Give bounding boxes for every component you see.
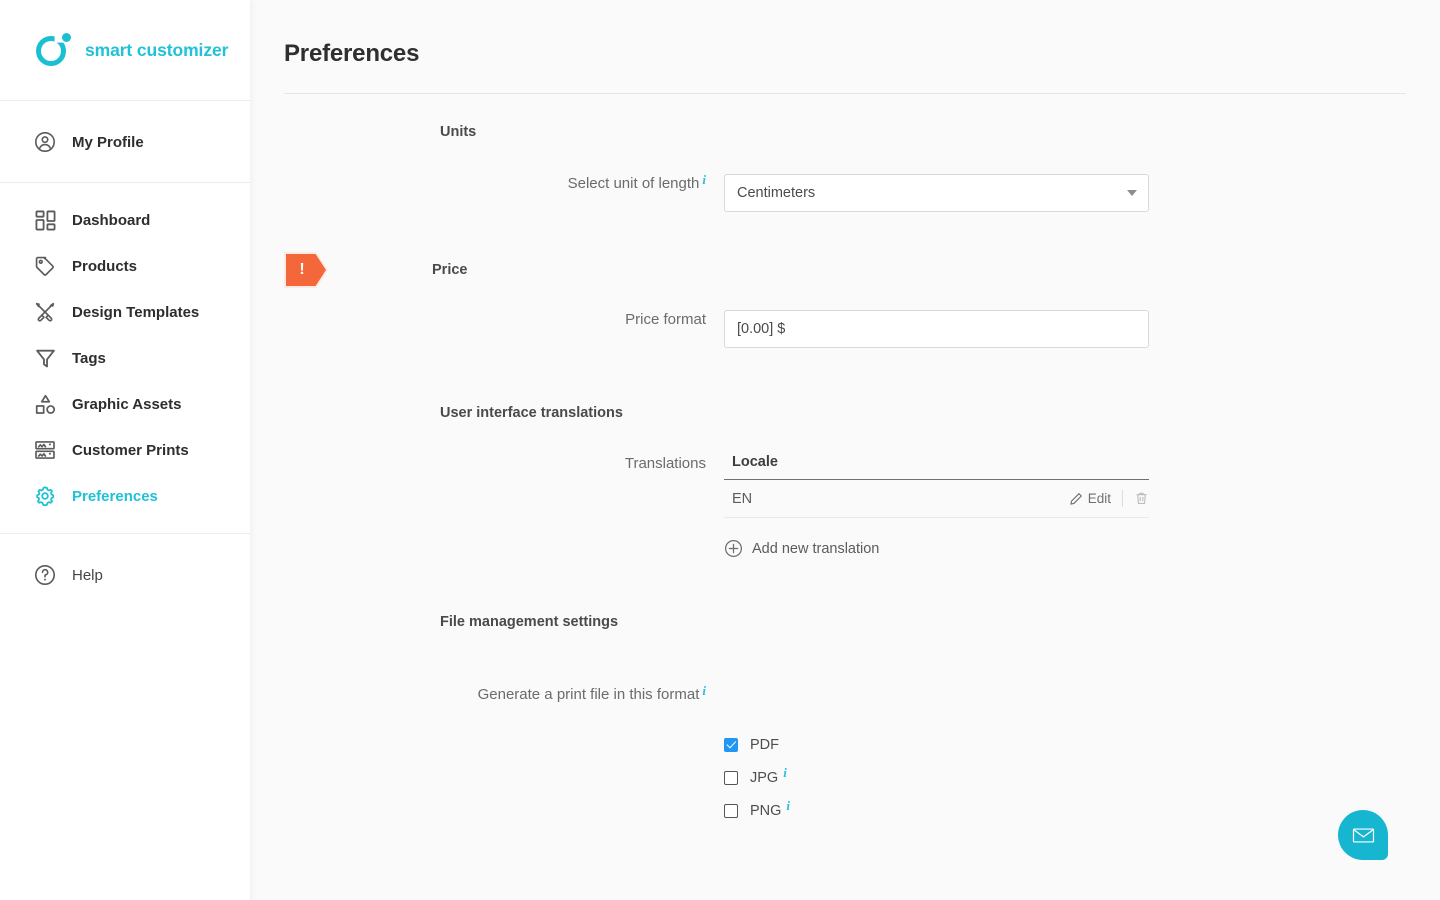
- checkbox-row-jpg[interactable]: JPG i: [284, 761, 1440, 794]
- preferences-form: Units Select unit of length i Centimeters…: [250, 124, 1440, 827]
- chevron-down-icon: [1127, 190, 1137, 196]
- checkbox-label-jpg: JPG: [750, 769, 779, 786]
- delete-translation-button[interactable]: [1134, 491, 1149, 506]
- sidebar-item-products[interactable]: Products: [0, 243, 250, 289]
- field-row-unit-of-length: Select unit of length i Centimeters: [284, 172, 1440, 212]
- field-label-text: Translations: [624, 455, 706, 472]
- field-label-text: Price format: [625, 311, 706, 328]
- sidebar-item-label: Products: [72, 257, 138, 275]
- sidebar-group-help: Help: [0, 534, 250, 616]
- info-icon[interactable]: i: [783, 765, 787, 781]
- sidebar-item-tags[interactable]: Tags: [0, 335, 250, 381]
- dashboard-grid-icon: [32, 207, 58, 233]
- sidebar-item-label: Tags: [72, 349, 106, 367]
- sidebar-item-label: Customer Prints: [72, 441, 189, 459]
- price-format-input[interactable]: [724, 310, 1149, 348]
- add-new-translation-label: Add new translation: [752, 540, 880, 557]
- design-templates-icon: [32, 299, 58, 325]
- unit-of-length-select[interactable]: Centimeters: [724, 174, 1149, 212]
- app-root: smart customizer My Profile Dashboard Pr…: [0, 0, 1440, 900]
- warning-symbol: !: [286, 254, 326, 286]
- info-icon[interactable]: i: [702, 170, 706, 190]
- sidebar-group-profile: My Profile: [0, 101, 250, 183]
- filter-funnel-icon: [32, 345, 58, 371]
- field-row-price-format: Price format: [284, 310, 1440, 348]
- sidebar-item-preferences[interactable]: Preferences: [0, 473, 250, 519]
- section-title-units: Units: [440, 124, 477, 140]
- translations-table-wrap: Locale EN Edit Add new translation: [724, 454, 1149, 558]
- page-header: Preferences: [250, 0, 1440, 94]
- brand-header[interactable]: smart customizer: [0, 0, 250, 101]
- sidebar-item-dashboard[interactable]: Dashboard: [0, 197, 250, 243]
- page-title: Preferences: [284, 40, 420, 67]
- sidebar-item-customer-prints[interactable]: Customer Prints: [0, 427, 250, 473]
- sidebar-item-label: Graphic Assets: [72, 395, 182, 413]
- section-title-file-management: File management settings: [440, 614, 619, 630]
- trash-icon: [1134, 491, 1149, 506]
- sidebar-item-label: Design Templates: [72, 303, 200, 321]
- question-circle-icon: [32, 562, 58, 588]
- sidebar-item-label: My Profile: [72, 133, 144, 151]
- sidebar-item-label: Preferences: [72, 487, 158, 505]
- field-row-translations: Translations Locale EN Edit Add new tran…: [284, 454, 1440, 558]
- brand-name: smart customizer: [85, 39, 229, 60]
- header-divider: [284, 93, 1406, 94]
- field-label-price-format: Price format: [284, 310, 724, 330]
- sidebar-item-help[interactable]: Help: [0, 552, 250, 598]
- shapes-icon: [32, 391, 58, 417]
- field-label-text: Select unit of length: [567, 175, 700, 192]
- add-new-translation-button[interactable]: Add new translation: [724, 539, 1149, 558]
- edit-translation-button[interactable]: Edit: [1069, 491, 1111, 506]
- section-title-price: Price: [432, 262, 468, 278]
- checkbox-label-png: PNG: [750, 802, 782, 819]
- envelope-icon: [1351, 823, 1376, 848]
- field-label-print-format: Generate a print file in this format i: [284, 683, 724, 705]
- translations-table: Locale EN Edit: [724, 454, 1149, 518]
- sidebar-group-main: Dashboard Products Design Templates Tags…: [0, 183, 250, 534]
- field-row-print-format: Generate a print file in this format i: [284, 683, 1440, 705]
- checkbox-row-png[interactable]: PNG i: [284, 794, 1440, 827]
- main-content: Preferences Units Select unit of length i…: [250, 0, 1440, 900]
- tag-icon: [32, 253, 58, 279]
- checkbox-pdf[interactable]: [724, 737, 738, 752]
- gear-icon: [32, 483, 58, 509]
- action-separator: [1122, 490, 1123, 507]
- prints-rows-icon: [32, 437, 58, 463]
- table-column-header-locale: Locale: [724, 454, 1149, 480]
- field-control-price-format: [724, 310, 1149, 348]
- field-label-translations: Translations: [284, 454, 724, 474]
- sidebar-item-label: Dashboard: [72, 211, 151, 229]
- sidebar-item-label: Help: [72, 566, 103, 584]
- table-cell-locale: EN: [732, 490, 753, 507]
- edit-label: Edit: [1087, 491, 1111, 506]
- unit-of-length-value: Centimeters: [737, 185, 816, 201]
- checkbox-png[interactable]: [724, 803, 738, 818]
- warning-exclamation-badge-icon: !: [284, 252, 328, 288]
- checkbox-label-pdf: PDF: [750, 736, 779, 753]
- field-label-unit-of-length: Select unit of length i: [284, 172, 724, 194]
- field-label-text: Generate a print file in this format: [477, 686, 700, 703]
- info-icon[interactable]: i: [702, 681, 706, 701]
- user-circle-icon: [32, 129, 58, 155]
- sidebar-item-graphic-assets[interactable]: Graphic Assets: [0, 381, 250, 427]
- sidebar: smart customizer My Profile Dashboard Pr…: [0, 0, 250, 900]
- section-title-translations: User interface translations: [440, 405, 623, 421]
- chat-support-button[interactable]: [1338, 810, 1388, 860]
- sidebar-item-design-templates[interactable]: Design Templates: [0, 289, 250, 335]
- sidebar-item-my-profile[interactable]: My Profile: [0, 119, 250, 165]
- info-icon[interactable]: i: [786, 798, 790, 814]
- section-header-price: ! Price: [284, 252, 1440, 288]
- field-control-unit-of-length: Centimeters: [724, 174, 1149, 212]
- checkbox-row-pdf[interactable]: PDF: [284, 728, 1440, 761]
- plus-circle-icon: [724, 539, 743, 558]
- table-row: EN Edit: [724, 480, 1149, 518]
- checkbox-jpg[interactable]: [724, 770, 738, 785]
- pencil-icon: [1069, 492, 1083, 506]
- table-row-actions: Edit: [1069, 490, 1149, 507]
- print-format-checkbox-group: PDF JPG i PNG i: [284, 728, 1440, 827]
- smart-customizer-logo-icon: [36, 32, 72, 68]
